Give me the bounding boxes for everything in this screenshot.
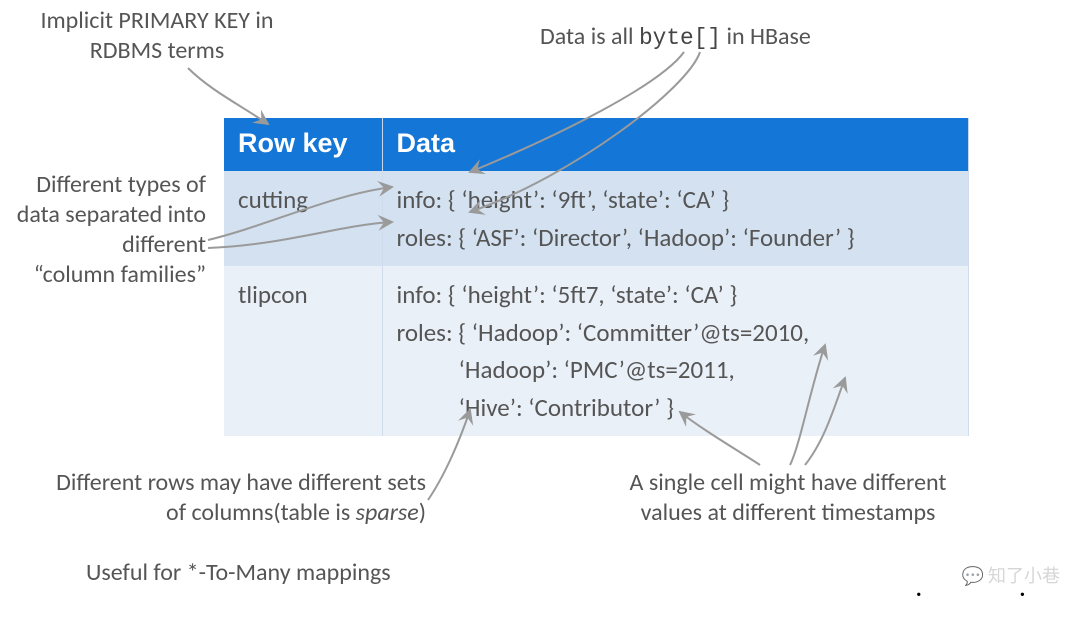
cell-rowkey: tlipcon [224,266,382,436]
data-line: info: { ‘height’: ‘5ft7, ‘state’: ‘CA’ } [397,276,955,314]
annotation-column-families: Different types of data separated into d… [0,170,206,290]
annotation-primary-key: Implicit PRIMARY KEY in RDBMS terms [22,6,292,66]
data-line: info: { ‘height’: ‘9ft’, ‘state’: ‘CA’ } [397,181,955,219]
hbase-table: Row key Data cutting info: { ‘height’: ‘… [224,118,969,436]
text: Different rows may have different sets [56,468,426,497]
cell-data: info: { ‘height’: ‘9ft’, ‘state’: ‘CA’ }… [382,171,969,266]
annotation-byte-array: Data is all byte[] in HBase [540,22,811,52]
annotation-timestamps: A single cell might have different value… [588,468,988,528]
text: in HBase [721,22,811,51]
data-line: ‘Hadoop’: ‘PMC’@ts=2011, [397,351,955,389]
cell-data: info: { ‘height’: ‘5ft7, ‘state’: ‘CA’ }… [382,266,969,436]
decorative-dots: . . [915,569,1054,604]
text: Implicit PRIMARY KEY in [40,6,273,35]
text: A single cell might have different [630,468,947,497]
text: RDBMS terms [90,36,224,65]
text: different [122,230,206,259]
text: of columns(table is [166,498,356,527]
cell-rowkey: cutting [224,171,382,266]
text-italic: sparse [356,498,419,527]
text: “column families” [34,260,206,289]
text: Useful for *-To-Many mappings [86,558,391,587]
annotation-useful: Useful for *-To-Many mappings [86,558,391,588]
text: data separated into [17,200,206,229]
text: Data is all [540,22,639,51]
table-row: cutting info: { ‘height’: ‘9ft’, ‘state’… [224,171,969,266]
data-line: ‘Hive’: ‘Contributor’ } [397,389,955,427]
text: ) [419,498,426,527]
code: byte[] [639,25,721,51]
text: Different types of [36,170,206,199]
data-line: roles: { ‘Hadoop’: ‘Committer’@ts=2010, [397,314,955,352]
annotation-sparse: Different rows may have different sets o… [26,468,426,528]
text: values at different timestamps [641,498,936,527]
data-line: roles: { ‘ASF’: ‘Director’, ‘Hadoop’: ‘F… [397,219,955,257]
table-header-rowkey: Row key [224,118,382,171]
table-row: tlipcon info: { ‘height’: ‘5ft7, ‘state’… [224,266,969,436]
table-header-data: Data [382,118,969,171]
